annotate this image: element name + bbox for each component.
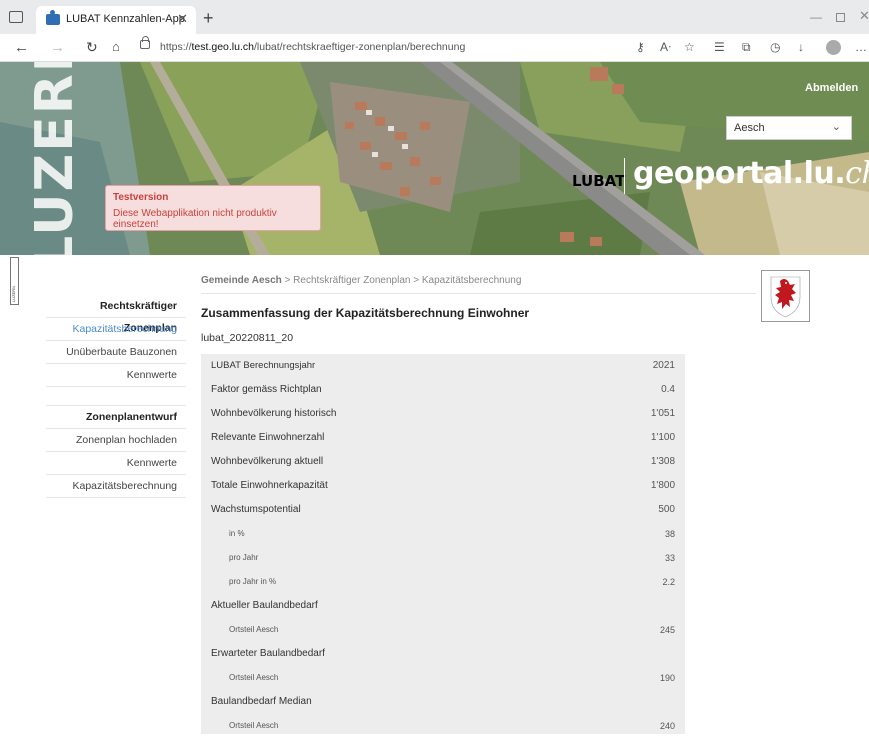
table-row: Relevante Einwohnerzahl 1'100	[211, 432, 675, 443]
chevron-down-icon: ⌄	[831, 121, 841, 133]
breadcrumb-gemeinde[interactable]: Gemeinde Aesch	[201, 275, 282, 286]
reload-icon[interactable]: ↻	[86, 39, 98, 56]
window-maximize-icon[interactable]	[836, 13, 845, 22]
table-row: Totale Einwohnerkapazität 1'800	[211, 480, 675, 491]
tab-actions-icon[interactable]	[9, 11, 23, 23]
table-row: pro Jahr 33	[229, 553, 675, 563]
luzern-flag-text: LUZERN	[11, 285, 16, 302]
table-row: pro Jahr in % 2.2	[229, 577, 675, 587]
logo-divider	[624, 158, 625, 194]
favorites-icon[interactable]: ☰	[714, 40, 725, 54]
breadcrumb-divider	[201, 293, 756, 294]
sidebar-spacer	[46, 387, 186, 406]
sidebar-item-zonenplan-hochladen[interactable]: Zonenplan hochladen	[46, 429, 186, 452]
sidebar-item-kapazitaetsberechnung[interactable]: Kapazitätsberechnung	[46, 318, 186, 341]
gemeinde-coat-of-arms	[761, 270, 810, 322]
test-notice-message: Diese Webapplikation nicht produktiv ein…	[113, 208, 277, 230]
more-menu-icon[interactable]: …	[855, 40, 867, 54]
test-version-notice: Testversion Diese Webapplikation nicht p…	[105, 185, 321, 231]
url-field[interactable]: https://test.geo.lu.ch/lubat/rechtskraef…	[160, 37, 680, 58]
calculation-summary-table: LUBAT Berechnungsjahr 2021 Faktor gemäss …	[201, 354, 685, 734]
logout-link[interactable]: Abmelden	[805, 82, 858, 94]
table-row: Baulandbedarf Median	[211, 696, 312, 707]
gemeinde-select[interactable]: Aesch ⌄	[726, 116, 852, 140]
breadcrumb-path: > Rechtskräftiger Zonenplan > Kapazitäts…	[281, 275, 522, 286]
table-row: Wachstumspotential 500	[211, 504, 675, 515]
sidebar-section-zonenplanentwurf: Zonenplanentwurf	[46, 406, 186, 429]
lubat-logo: LUBAT	[572, 172, 626, 190]
test-notice-title: Testversion	[113, 192, 169, 203]
table-row: LUBAT Berechnungsjahr 2021	[211, 360, 675, 371]
collections-icon[interactable]: ⧉	[742, 40, 751, 55]
home-icon[interactable]: ⌂	[112, 39, 120, 54]
sidebar-item-unueberbaute-bauzonen[interactable]: Unüberbaute Bauzonen	[46, 341, 186, 364]
table-row: Aktueller Baulandbedarf	[211, 600, 318, 611]
sidebar-nav: Rechtskräftiger Zonenplan Kapazitätsbere…	[46, 295, 186, 498]
table-row: Ortsteil Aesch 240	[229, 721, 675, 731]
table-row: Ortsteil Aesch 245	[229, 625, 675, 635]
sidebar-item-entwurf-kapazitaetsberechnung[interactable]: Kapazitätsberechnung	[46, 475, 186, 498]
calculation-id: lubat_20220811_20	[201, 332, 294, 344]
tab-close-icon[interactable]: ✕	[177, 11, 188, 27]
tab-title: LUBAT Kennzahlen-App	[66, 13, 185, 25]
forward-arrow-icon[interactable]: →	[50, 39, 65, 56]
window-close-icon[interactable]: ✕	[859, 8, 869, 24]
gemeinde-select-value: Aesch	[734, 122, 765, 134]
read-aloud-icon[interactable]: Aᐧ	[660, 40, 671, 54]
luzern-wordmark: LUZERN	[25, 62, 85, 255]
breadcrumb: Gemeinde Aesch > Rechtskräftiger Zonenpl…	[201, 275, 521, 286]
app-favicon-icon	[46, 10, 60, 25]
table-row: in % 38	[229, 529, 675, 539]
back-arrow-icon[interactable]: ←	[14, 39, 29, 56]
table-row: Wohnbevölkerung historisch 1'051	[211, 408, 675, 419]
sidebar-section-rechtskraeftig: Rechtskräftiger Zonenplan	[46, 295, 186, 334]
coat-of-arms-lion-icon	[770, 276, 801, 318]
profile-avatar-icon[interactable]	[826, 40, 841, 55]
header-banner: LUZERN Abmelden Aesch ⌄ LUBAT geoportal.…	[0, 62, 869, 255]
key-icon[interactable]: ⚷	[636, 40, 645, 54]
favorite-add-icon[interactable]: ☆	[684, 40, 695, 54]
table-row: Ortsteil Aesch 190	[229, 673, 675, 683]
new-tab-icon[interactable]: +	[203, 8, 214, 29]
window-minimize-icon[interactable]: —	[810, 10, 822, 24]
sidebar-item-kennwerte[interactable]: Kennwerte	[46, 364, 186, 387]
sidebar-item-entwurf-kennwerte[interactable]: Kennwerte	[46, 452, 186, 475]
history-icon[interactable]: ◷	[770, 40, 780, 54]
download-icon[interactable]: ↓	[798, 40, 804, 54]
table-row: Faktor gemäss Richtplan 0.4	[211, 384, 675, 395]
browser-address-bar: ← → ↻ ⌂ https://test.geo.lu.ch/lubat/rec…	[0, 34, 869, 62]
lock-icon[interactable]	[140, 36, 150, 49]
browser-tab-bar: LUBAT Kennzahlen-App ✕ + — ✕	[0, 0, 869, 34]
table-row: Wohnbevölkerung aktuell 1'308	[211, 456, 675, 467]
table-row: Erwarteter Baulandbedarf	[211, 648, 325, 659]
geoportal-logo: geoportal.lu.ch	[633, 156, 869, 191]
page-title: Zusammenfassung der Kapazitätsberechnung…	[201, 306, 530, 320]
browser-tab[interactable]: LUBAT Kennzahlen-App ✕	[36, 6, 196, 34]
